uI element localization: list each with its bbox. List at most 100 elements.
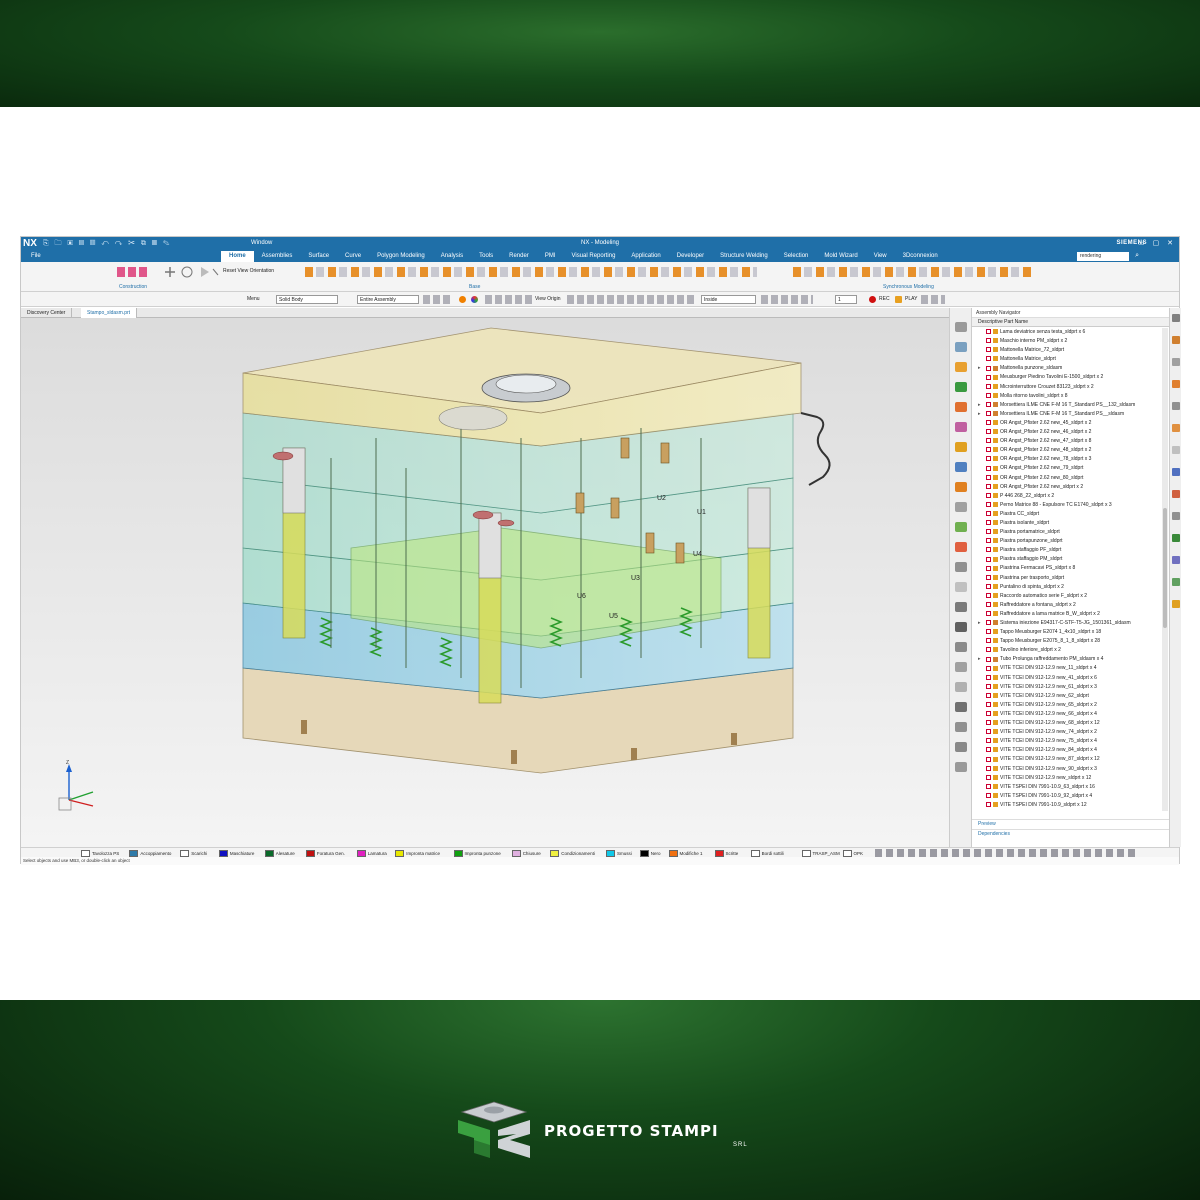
navigator-row[interactable]: ▸ Morsettiera ILME CNE F-M 16 T_Standard …	[972, 401, 1162, 410]
view-origin-button[interactable]: View Origin	[535, 296, 560, 302]
navigator-row[interactable]: VITE TSPEI DIN 7991-10.9_92_sldprt x 4	[972, 792, 1162, 801]
navigator-row[interactable]: Piastra staffaggio PF_sldprt	[972, 546, 1162, 555]
resource-bar-icon[interactable]	[955, 462, 967, 472]
navigator-row[interactable]: VITE TCEI DIN 912-12.9 new_62_sldprt	[972, 692, 1162, 701]
layer-item[interactable]: TRASP_ASM	[801, 849, 840, 857]
navigator-row[interactable]: ▸ Morsettiera ILME CNE F-M 16 T_Standard …	[972, 410, 1162, 419]
visibility-checkbox[interactable]	[986, 638, 991, 644]
visibility-checkbox[interactable]	[986, 365, 991, 371]
navigator-row[interactable]: OR Angst_Pfister 2.62 new_45_sldprt x 2	[972, 419, 1162, 428]
resource-bar-icon[interactable]	[955, 542, 967, 552]
visibility-checkbox[interactable]	[986, 692, 991, 698]
navigator-row[interactable]: Piastrina Fermacavi PS_sldprt x 8	[972, 564, 1162, 573]
navigator-row[interactable]: Perno Matrice 88 - Espulsore TC E1740_sl…	[972, 501, 1162, 510]
navigator-row[interactable]: Molla ritorno tavolini_sldprt x 8	[972, 392, 1162, 401]
navigator-row[interactable]: ▸ Mattonella punzone_sldasm	[972, 364, 1162, 373]
layer-item[interactable]: Impronta matrice	[395, 849, 440, 857]
visibility-checkbox[interactable]	[986, 456, 991, 462]
resource-bar-icon[interactable]	[955, 402, 967, 412]
visibility-checkbox[interactable]	[986, 574, 991, 580]
side-tool-icon[interactable]	[1172, 490, 1180, 498]
layer-item[interactable]: OPK	[842, 849, 863, 857]
visibility-checkbox[interactable]	[986, 492, 991, 498]
navigator-row[interactable]: Maschio interno PM_sldprt x 2	[972, 337, 1162, 346]
visibility-checkbox[interactable]	[986, 465, 991, 471]
navigator-row[interactable]: VITE TCEI DIN 912-12.9 new_66_sldprt x 4	[972, 710, 1162, 719]
scope-select[interactable]: Entire Assembly	[357, 295, 419, 304]
navigator-row[interactable]: VITE TCEI DIN 912-12.9 new_87_sldprt x 1…	[972, 755, 1162, 764]
navigator-row[interactable]: Lama deviatrice senza testa_sldprt x 6	[972, 328, 1162, 337]
resource-bar-icon[interactable]	[955, 662, 967, 672]
shading-icon[interactable]	[459, 296, 466, 303]
visibility-checkbox[interactable]	[986, 583, 991, 589]
navigator-row[interactable]: OR Angst_Pfister 2.62 new_79_sldprt	[972, 464, 1162, 473]
visibility-checkbox[interactable]	[986, 711, 991, 717]
orientation-icons[interactable]	[163, 265, 219, 279]
side-tool-icon[interactable]	[1172, 600, 1180, 608]
resource-bar-icon[interactable]	[955, 502, 967, 512]
search-icon[interactable]: ⌕	[1135, 252, 1139, 260]
visibility-checkbox[interactable]	[986, 665, 991, 671]
visibility-checkbox[interactable]	[986, 792, 991, 798]
resource-bar-icon[interactable]	[955, 722, 967, 732]
navigator-row[interactable]: Mattonella Matrice_sldprt	[972, 355, 1162, 364]
visibility-checkbox[interactable]	[986, 720, 991, 726]
visibility-checkbox[interactable]	[986, 783, 991, 789]
visibility-checkbox[interactable]	[986, 347, 991, 353]
resource-bar-icon[interactable]	[955, 342, 967, 352]
navigator-row[interactable]: OR Angst_Pfister 2.62 new_47_sldprt x 8	[972, 437, 1162, 446]
tab-analysis[interactable]: Analysis	[433, 251, 471, 262]
resource-bar-icon[interactable]	[955, 762, 967, 772]
visibility-checkbox[interactable]	[986, 356, 991, 362]
side-tool-icon[interactable]	[1172, 534, 1180, 542]
visibility-checkbox[interactable]	[986, 520, 991, 526]
type-filter-select[interactable]: Solid Body	[276, 295, 338, 304]
synchronous-modeling-tools[interactable]	[793, 267, 1033, 277]
navigator-row[interactable]: OR Angst_Pfister 2.62 new_48_sldprt x 2	[972, 446, 1162, 455]
number-select[interactable]: 1	[835, 295, 857, 304]
layer-item[interactable]: Maschiature	[218, 849, 254, 857]
navigator-scrollbar[interactable]	[1162, 328, 1168, 811]
layer-item[interactable]: Modifiche 1	[668, 849, 703, 857]
visibility-checkbox[interactable]	[986, 747, 991, 753]
visibility-checkbox[interactable]	[986, 447, 991, 453]
side-tool-icon[interactable]	[1172, 578, 1180, 586]
navigator-row[interactable]: VITE TCEI DIN 912-12.9 new_41_sldprt x 6	[972, 674, 1162, 683]
visibility-checkbox[interactable]	[986, 729, 991, 735]
visibility-checkbox[interactable]	[986, 629, 991, 635]
resource-bar-icon[interactable]	[955, 362, 967, 372]
navigator-row[interactable]: Tappo Meusburger E2075_8_1_8_sldprt x 28	[972, 637, 1162, 646]
dependencies-section[interactable]: Dependencies	[972, 829, 1169, 838]
visibility-checkbox[interactable]	[986, 656, 991, 662]
resource-bar-icon[interactable]	[955, 442, 967, 452]
navigator-row[interactable]: Raccordo automatico serie F_sldprt x 2	[972, 592, 1162, 601]
navigator-row[interactable]: VITE TCEI DIN 912-12.9 new_61_sldprt x 3	[972, 683, 1162, 692]
visibility-checkbox[interactable]	[986, 756, 991, 762]
graphics-viewport[interactable]: U1 U2 U3 U4 U5 U6 Z	[21, 318, 949, 847]
layer-item[interactable]: Impronta punzone	[453, 849, 501, 857]
inside-select[interactable]: Inside	[701, 295, 756, 304]
side-tool-icon[interactable]	[1172, 380, 1180, 388]
layer-item[interactable]: Nero	[639, 849, 661, 857]
side-tool-icon[interactable]	[1172, 556, 1180, 564]
navigator-row[interactable]: VITE TCEI DIN 912-12.9 new_sldprt x 12	[972, 774, 1162, 783]
navigator-row[interactable]: Raffreddatore a lama matrice B_W_sldprt …	[972, 610, 1162, 619]
visibility-checkbox[interactable]	[986, 556, 991, 562]
layer-item[interactable]: Accoppiamento	[129, 849, 171, 857]
tab-home[interactable]: Home	[221, 251, 254, 262]
layer-item[interactable]: Foratura Gen.	[305, 849, 345, 857]
layer-item[interactable]: Tavolozza PS	[81, 849, 119, 857]
visibility-checkbox[interactable]	[986, 683, 991, 689]
preview-section[interactable]: Preview	[972, 819, 1169, 828]
navigator-row[interactable]: OR Angst_Pfister 2.62 new_sldprt x 2	[972, 483, 1162, 492]
resource-bar-icon[interactable]	[955, 742, 967, 752]
tab-structure-welding[interactable]: Structure Welding	[712, 251, 776, 262]
visibility-checkbox[interactable]	[986, 383, 991, 389]
menu-button[interactable]: Menu	[247, 296, 260, 302]
navigator-row[interactable]: Piastrina per trasporto_sldprt	[972, 574, 1162, 583]
resource-bar-icon[interactable]	[955, 622, 967, 632]
expand-icon[interactable]: ▸	[978, 619, 981, 628]
layer-item[interactable]: Chiusure	[511, 849, 541, 857]
snap-point-tools[interactable]	[567, 295, 697, 304]
mold-assembly-model[interactable]: U1 U2 U3 U4 U5 U6	[21, 318, 949, 847]
